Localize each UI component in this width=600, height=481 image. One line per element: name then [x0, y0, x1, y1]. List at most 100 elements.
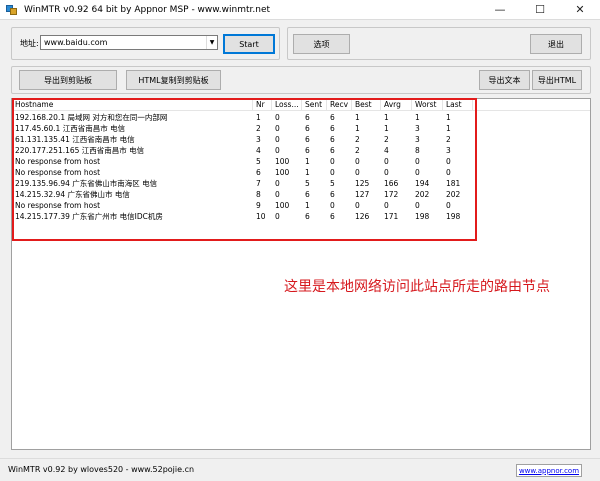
- cell-recv: 6: [330, 113, 335, 122]
- column-header-recv[interactable]: Recv: [327, 99, 352, 111]
- column-header-hostname[interactable]: Hostname: [12, 99, 253, 111]
- cell-loss: 0: [275, 190, 280, 199]
- cell-sent: 1: [305, 168, 310, 177]
- cell-hostname: 14.215.32.94 广东省佛山市 电信: [15, 190, 130, 199]
- column-header-nr[interactable]: Nr: [253, 99, 272, 111]
- start-button[interactable]: Start: [223, 34, 275, 54]
- cell-hostname: 14.215.177.39 广东省广州市 电信IDC机房: [15, 212, 163, 221]
- cell-best: 127: [355, 190, 370, 199]
- table-row[interactable]: No response from host 6 100 1 0 0 0 0 0: [12, 167, 590, 178]
- cell-nr: 8: [256, 190, 261, 199]
- copy-text-to-clipboard-button[interactable]: 导出到剪贴板: [19, 70, 117, 90]
- cell-hostname: 219.135.96.94 广东省佛山市南海区 电信: [15, 179, 158, 188]
- column-header-avrg[interactable]: Avrg: [381, 99, 412, 111]
- cell-nr: 1: [256, 113, 261, 122]
- cell-sent: 6: [305, 113, 310, 122]
- status-text: WinMTR v0.92 by wloves520 - www.52pojie.…: [8, 465, 195, 474]
- export-text-button[interactable]: 导出文本: [479, 70, 530, 90]
- cell-loss: 100: [275, 168, 290, 177]
- cell-avrg: 1: [384, 124, 389, 133]
- cell-avrg: 1: [384, 113, 389, 122]
- host-combobox[interactable]: www.baidu.com ▼: [40, 35, 218, 50]
- exit-button[interactable]: 退出: [530, 34, 582, 54]
- cell-recv: 6: [330, 212, 335, 221]
- minimize-button[interactable]: —: [480, 0, 520, 20]
- cell-sent: 1: [305, 201, 310, 210]
- close-button[interactable]: ✕: [560, 0, 600, 20]
- dropdown-arrow-icon[interactable]: ▼: [206, 36, 217, 49]
- cell-last: 198: [446, 212, 461, 221]
- cell-worst: 1: [415, 113, 420, 122]
- cell-last: 2: [446, 135, 451, 144]
- cell-best: 0: [355, 168, 360, 177]
- table-row[interactable]: 220.177.251.165 江西省南昌市 电信 4 0 6 6 2 4 8 …: [12, 145, 590, 156]
- cell-sent: 6: [305, 212, 310, 221]
- cell-loss: 100: [275, 157, 290, 166]
- cell-recv: 6: [330, 190, 335, 199]
- table-row[interactable]: 14.215.32.94 广东省佛山市 电信 8 0 6 6 127 172 2…: [12, 189, 590, 200]
- cell-loss: 0: [275, 124, 280, 133]
- table-row[interactable]: No response from host 9 100 1 0 0 0 0 0: [12, 200, 590, 211]
- cell-hostname: 61.131.135.41 江西省南昌市 电信: [15, 135, 135, 144]
- host-label: 地址:: [20, 39, 39, 48]
- cell-nr: 5: [256, 157, 261, 166]
- column-header-last[interactable]: Last: [443, 99, 473, 111]
- cell-best: 125: [355, 179, 370, 188]
- column-header-worst[interactable]: Worst: [412, 99, 443, 111]
- cell-worst: 3: [415, 135, 420, 144]
- options-button[interactable]: 选项: [293, 34, 350, 54]
- host-input[interactable]: www.baidu.com: [41, 38, 206, 47]
- cell-hostname: No response from host: [15, 157, 101, 166]
- cell-recv: 0: [330, 168, 335, 177]
- cell-last: 3: [446, 146, 451, 155]
- cell-best: 1: [355, 113, 360, 122]
- table-row[interactable]: 61.131.135.41 江西省南昌市 电信 3 0 6 6 2 2 3 2: [12, 134, 590, 145]
- cell-sent: 6: [305, 124, 310, 133]
- table-row[interactable]: 14.215.177.39 广东省广州市 电信IDC机房 10 0 6 6 12…: [12, 211, 590, 222]
- cell-recv: 6: [330, 135, 335, 144]
- cell-worst: 3: [415, 124, 420, 133]
- cell-sent: 1: [305, 157, 310, 166]
- cell-nr: 7: [256, 179, 261, 188]
- cell-loss: 0: [275, 179, 280, 188]
- cell-nr: 10: [256, 212, 266, 221]
- cell-recv: 0: [330, 201, 335, 210]
- cell-nr: 6: [256, 168, 261, 177]
- table-row[interactable]: 192.168.20.1 局域网 对方和您在同一内部网 1 0 6 6 1 1 …: [12, 112, 590, 123]
- winmtr-app-icon: [6, 4, 18, 16]
- maximize-button[interactable]: ☐: [520, 0, 560, 20]
- cell-hostname: 117.45.60.1 江西省南昌市 电信: [15, 124, 126, 133]
- cell-avrg: 172: [384, 190, 399, 199]
- table-row[interactable]: 219.135.96.94 广东省佛山市南海区 电信 7 0 5 5 125 1…: [12, 178, 590, 189]
- export-html-button[interactable]: 导出HTML: [532, 70, 582, 90]
- column-header-sent[interactable]: Sent: [302, 99, 327, 111]
- cell-hostname: No response from host: [15, 201, 101, 210]
- cell-worst: 202: [415, 190, 430, 199]
- cell-recv: 6: [330, 146, 335, 155]
- cell-worst: 0: [415, 157, 420, 166]
- cell-worst: 198: [415, 212, 430, 221]
- column-header-best[interactable]: Best: [352, 99, 381, 111]
- appnor-link[interactable]: www.appnor.com: [516, 464, 582, 477]
- table-row[interactable]: No response from host 5 100 1 0 0 0 0 0: [12, 156, 590, 167]
- cell-hostname: No response from host: [15, 168, 101, 177]
- cell-worst: 8: [415, 146, 420, 155]
- cell-loss: 0: [275, 212, 280, 221]
- cell-best: 0: [355, 201, 360, 210]
- cell-last: 1: [446, 124, 451, 133]
- annotation-text: 这里是本地网络访问此站点所走的路由节点: [284, 279, 550, 295]
- cell-nr: 4: [256, 146, 261, 155]
- cell-worst: 0: [415, 168, 420, 177]
- cell-loss: 0: [275, 146, 280, 155]
- cell-best: 126: [355, 212, 370, 221]
- cell-best: 2: [355, 146, 360, 155]
- column-header-loss[interactable]: Loss...: [272, 99, 302, 111]
- cell-last: 1: [446, 113, 451, 122]
- table-row[interactable]: 117.45.60.1 江西省南昌市 电信 2 0 6 6 1 1 3 1: [12, 123, 590, 134]
- trace-results-list[interactable]: Hostname Nr Loss... Sent Recv Best Avrg …: [11, 98, 591, 450]
- cell-best: 0: [355, 157, 360, 166]
- cell-hostname: 192.168.20.1 局域网 对方和您在同一内部网: [15, 113, 168, 122]
- copy-html-to-clipboard-button[interactable]: HTML复制到剪贴板: [126, 70, 221, 90]
- window-title: WinMTR v0.92 64 bit by Appnor MSP - www.…: [24, 4, 271, 15]
- cell-avrg: 171: [384, 212, 399, 221]
